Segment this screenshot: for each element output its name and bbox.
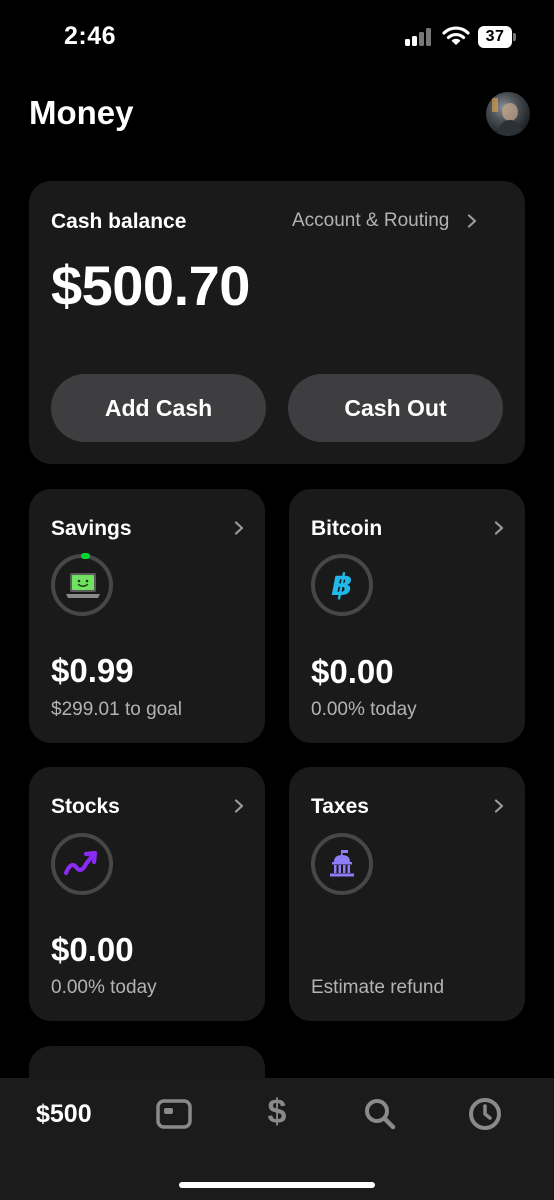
savings-goal-text: $299.01 to goal xyxy=(51,699,183,720)
search-icon[interactable] xyxy=(364,1098,396,1130)
chevron-right-icon xyxy=(494,799,504,813)
dollar-sign-icon[interactable]: $ xyxy=(262,1093,292,1133)
stocks-amount: $0.00 xyxy=(51,931,134,968)
chevron-right-icon xyxy=(468,214,477,228)
battery-icon: 37 xyxy=(478,26,516,48)
cash-balance-amount: $500.70 xyxy=(51,254,250,317)
taxes-sub-text: Estimate refund xyxy=(311,977,445,998)
bitcoin-amount: $0.00 xyxy=(311,653,394,690)
chevron-right-icon xyxy=(494,521,504,535)
cash-out-button[interactable]: Cash Out xyxy=(288,374,503,442)
stocks-trend-icon xyxy=(63,850,98,876)
bitcoin-label: Bitcoin xyxy=(311,517,383,540)
savings-progress-indicator xyxy=(81,553,90,559)
bitcoin-icon: ฿ xyxy=(331,568,353,602)
account-routing-link[interactable]: Account & Routing xyxy=(292,210,479,232)
savings-label: Savings xyxy=(51,517,132,540)
battery-level: 37 xyxy=(478,26,512,48)
stocks-change-text: 0.00% today xyxy=(51,977,157,998)
wifi-icon xyxy=(442,26,470,45)
capitol-building-icon xyxy=(330,850,354,877)
taxes-label: Taxes xyxy=(311,795,369,818)
stocks-label: Stocks xyxy=(51,795,120,818)
chevron-right-icon xyxy=(234,799,244,813)
page-title: Money xyxy=(29,94,134,131)
savings-amount: $0.99 xyxy=(51,652,134,689)
status-time: 2:46 xyxy=(64,22,117,50)
bitcoin-change-text: 0.00% today xyxy=(311,699,417,720)
card-icon[interactable] xyxy=(156,1099,192,1129)
tab-money[interactable]: $500 xyxy=(36,1100,92,1129)
add-cash-button[interactable]: Add Cash xyxy=(51,374,266,442)
activity-clock-icon[interactable] xyxy=(468,1097,502,1131)
chevron-right-icon xyxy=(234,521,244,535)
savings-laptop-icon xyxy=(66,573,100,598)
cash-balance-label: Cash balance xyxy=(51,210,187,233)
account-routing-label: Account & Routing xyxy=(292,210,450,231)
home-indicator xyxy=(179,1182,375,1188)
cellular-signal-icon xyxy=(405,28,433,46)
profile-avatar[interactable] xyxy=(486,92,530,136)
